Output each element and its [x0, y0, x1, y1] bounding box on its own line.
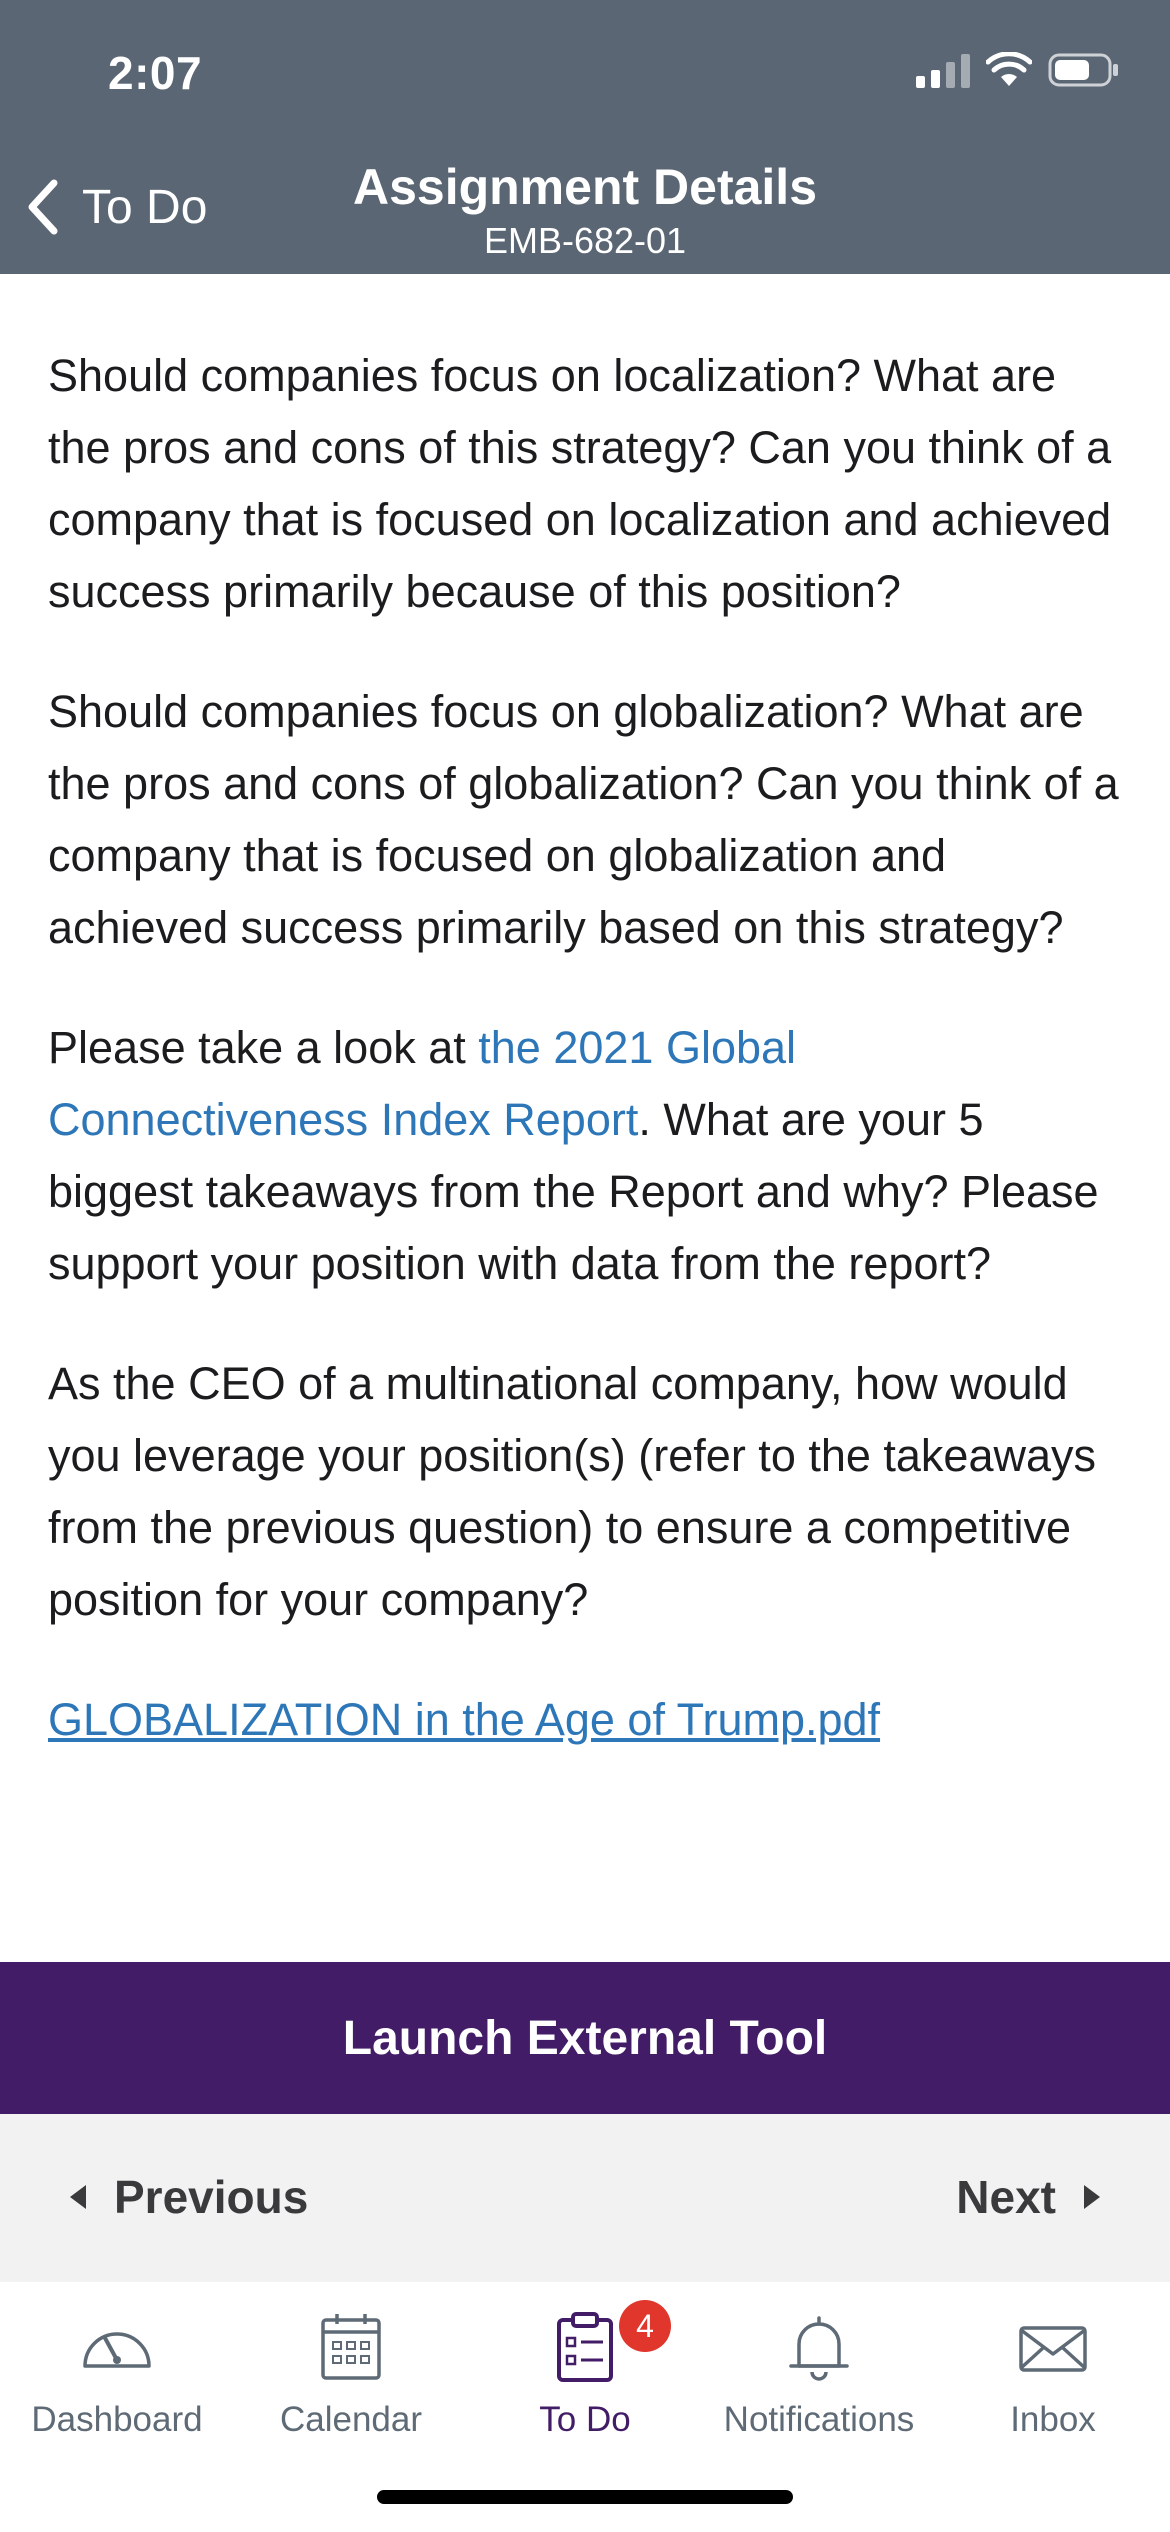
- next-label: Next: [956, 2171, 1056, 2223]
- caret-right-icon: [1084, 2185, 1100, 2209]
- tab-notifications[interactable]: Notifications: [702, 2308, 936, 2440]
- battery-icon: [1048, 53, 1118, 87]
- tab-notifications-label: Notifications: [723, 2400, 915, 2439]
- tab-inbox-label: Inbox: [1010, 2400, 1096, 2439]
- report-text-prefix: Please take a look at: [48, 1022, 479, 1073]
- tab-dashboard-label: Dashboard: [31, 2400, 203, 2439]
- tab-dashboard[interactable]: Dashboard: [0, 2308, 234, 2440]
- tab-todo-label: To Do: [539, 2400, 631, 2439]
- status-icons: [916, 52, 1120, 88]
- tab-calendar[interactable]: Calendar: [234, 2308, 468, 2440]
- dashboard-gauge-icon: [83, 2332, 151, 2368]
- paragraph-report: Please take a look at the 2021 Global Co…: [48, 1012, 1128, 1300]
- envelope-icon: [1019, 2326, 1087, 2372]
- tab-calendar-label: Calendar: [279, 2400, 423, 2439]
- tab-todo[interactable]: 4 To Do: [468, 2300, 702, 2440]
- course-code: EMB-682-01: [483, 220, 687, 261]
- paragraph-localization: Should companies focus on localization? …: [48, 350, 1112, 617]
- launch-external-tool-button[interactable]: Launch External Tool: [0, 1962, 1170, 2114]
- next-button[interactable]: Next: [956, 2170, 1100, 2224]
- page-title: Assignment Details: [352, 159, 817, 215]
- previous-label: Previous: [114, 2171, 309, 2223]
- calendar-icon: [321, 2314, 381, 2380]
- todo-badge: 4: [619, 2300, 671, 2352]
- wifi-icon: [986, 52, 1032, 86]
- caret-left-icon: [70, 2185, 86, 2209]
- home-indicator: [377, 2490, 793, 2504]
- cellular-signal-icon: [916, 52, 970, 88]
- tab-inbox[interactable]: Inbox: [936, 2308, 1170, 2440]
- assignment-description: Should companies focus on localization? …: [48, 340, 1128, 1756]
- todo-clipboard-icon: [557, 2312, 613, 2382]
- attachment-link[interactable]: GLOBALIZATION in the Age of Trump.pdf: [48, 1694, 880, 1745]
- previous-button[interactable]: Previous: [70, 2170, 308, 2224]
- status-time: 2:07: [108, 47, 203, 99]
- pager: Previous Next: [0, 2114, 1170, 2282]
- bell-icon: [789, 2316, 849, 2381]
- paragraph-ceo: As the CEO of a multinational company, h…: [48, 1358, 1097, 1625]
- app-header: 2:07 To Do Assignment Details EMB-682-01: [0, 0, 1170, 274]
- paragraph-globalization: Should companies focus on globalization?…: [48, 686, 1119, 953]
